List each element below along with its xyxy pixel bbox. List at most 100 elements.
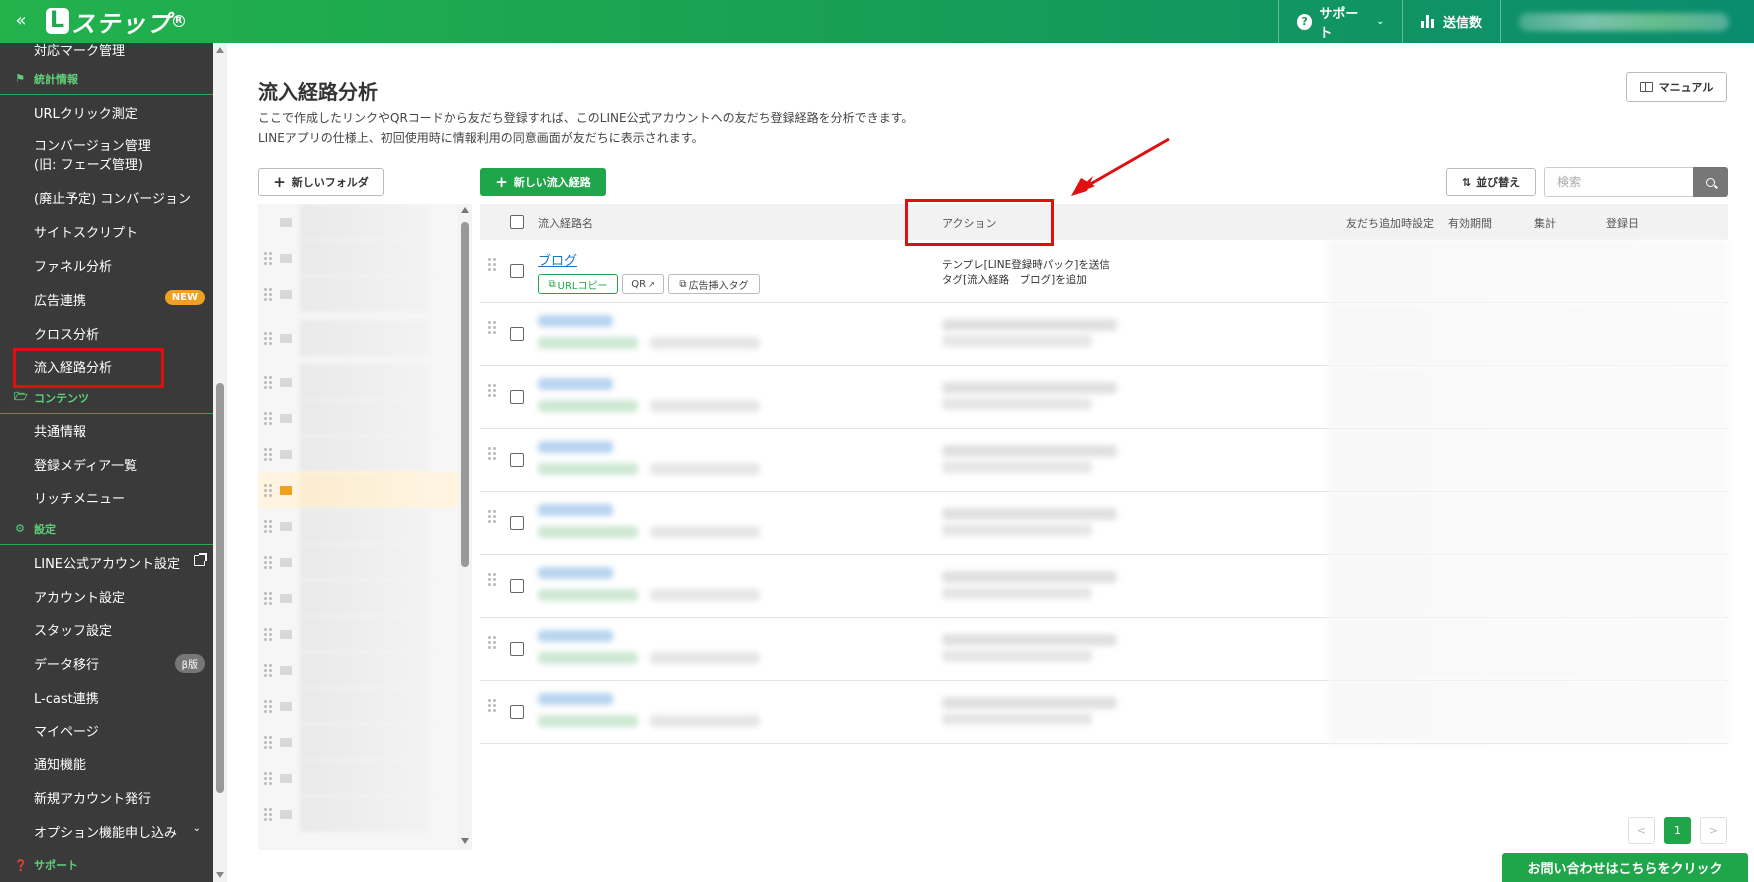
folder-item[interactable] bbox=[258, 688, 458, 724]
account-menu[interactable] bbox=[1500, 0, 1754, 43]
send-count-button[interactable]: 送信数 bbox=[1402, 0, 1500, 43]
sidebar-item-conversion-manage[interactable]: コンバージョン管理 (旧: フェーズ管理) bbox=[0, 134, 213, 178]
search-input[interactable] bbox=[1544, 167, 1694, 197]
sidebar-item-media-list[interactable]: 登録メディア一覧 bbox=[0, 448, 213, 480]
row-checkbox[interactable] bbox=[510, 516, 524, 530]
new-route-button[interactable]: + 新しい流入経路 bbox=[480, 168, 606, 196]
drag-handle-icon[interactable] bbox=[264, 412, 272, 425]
drag-handle-icon[interactable] bbox=[264, 736, 272, 749]
sort-button[interactable]: ⇅ 並び替え bbox=[1446, 168, 1536, 196]
scrollbar-thumb[interactable] bbox=[216, 383, 224, 793]
sidebar-scrollbar[interactable] bbox=[213, 43, 227, 882]
drag-handle-icon[interactable] bbox=[264, 592, 272, 605]
table-row[interactable] bbox=[480, 492, 1728, 555]
drag-handle-icon[interactable] bbox=[264, 664, 272, 677]
pagination-prev[interactable]: < bbox=[1628, 817, 1655, 844]
folder-item[interactable] bbox=[258, 400, 458, 436]
sidebar-item-data-migration[interactable]: データ移行 β版 bbox=[0, 647, 213, 679]
sidebar-item-ad-integration[interactable]: 広告連携 NEW bbox=[0, 283, 213, 315]
row-checkbox[interactable] bbox=[510, 705, 524, 719]
folder-item[interactable] bbox=[258, 436, 458, 472]
support-menu[interactable]: ? サポート ⌄ bbox=[1278, 0, 1402, 43]
select-all-checkbox[interactable] bbox=[510, 215, 524, 229]
drag-handle-icon[interactable] bbox=[488, 321, 496, 334]
folder-item[interactable] bbox=[258, 204, 458, 240]
sidebar-item-common-info[interactable]: 共通情報 bbox=[0, 414, 213, 446]
drag-handle-icon[interactable] bbox=[264, 332, 272, 345]
pagination-page-1[interactable]: 1 bbox=[1664, 817, 1691, 844]
sidebar-item-lcast[interactable]: L-cast連携 bbox=[0, 681, 213, 713]
drag-handle-icon[interactable] bbox=[264, 556, 272, 569]
drag-handle-icon[interactable] bbox=[488, 510, 496, 523]
sidebar-item-staff-settings[interactable]: スタッフ設定 bbox=[0, 613, 213, 645]
sidebar-item-url-click[interactable]: URLクリック測定 bbox=[0, 96, 213, 128]
sidebar-item-rich-menu[interactable]: リッチメニュー bbox=[0, 481, 213, 513]
scroll-up-icon[interactable] bbox=[461, 207, 469, 213]
scrollbar-thumb[interactable] bbox=[461, 222, 469, 567]
sidebar-item-line-account-settings[interactable]: LINE公式アカウント設定 bbox=[0, 546, 213, 578]
ad-tag-button[interactable]: ⧉ 広告挿入タグ bbox=[668, 274, 760, 294]
folder-item[interactable] bbox=[258, 364, 458, 400]
sidebar-item-site-script[interactable]: サイトスクリプト bbox=[0, 215, 213, 247]
drag-handle-icon[interactable] bbox=[264, 520, 272, 533]
folder-item[interactable] bbox=[258, 276, 458, 312]
drag-handle-icon[interactable] bbox=[488, 636, 496, 649]
table-row[interactable] bbox=[480, 429, 1728, 492]
table-row[interactable] bbox=[480, 681, 1728, 744]
row-checkbox[interactable] bbox=[510, 390, 524, 404]
new-folder-button[interactable]: + 新しいフォルダ bbox=[258, 168, 384, 196]
folder-item[interactable] bbox=[258, 760, 458, 796]
route-name-link[interactable]: ブログ bbox=[538, 250, 577, 269]
qr-button[interactable]: QR ↗ bbox=[622, 274, 664, 294]
app-logo[interactable]: L ステップ R bbox=[46, 6, 186, 38]
scroll-up-icon[interactable] bbox=[216, 47, 224, 53]
search-button[interactable] bbox=[1693, 167, 1728, 197]
folder-item[interactable] bbox=[258, 580, 458, 616]
sidebar-item-legacy-conversion[interactable]: (廃止予定) コンバージョン bbox=[0, 181, 213, 213]
sidebar-item-response-mark[interactable]: 対応マーク管理 bbox=[0, 43, 213, 65]
sidebar-item-account-settings[interactable]: アカウント設定 bbox=[0, 580, 213, 612]
row-checkbox[interactable] bbox=[510, 327, 524, 341]
folder-item-selected[interactable] bbox=[258, 472, 458, 508]
folder-item[interactable] bbox=[258, 796, 458, 832]
sidebar-item-funnel[interactable]: ファネル分析 bbox=[0, 249, 213, 281]
table-row[interactable] bbox=[480, 303, 1728, 366]
folder-item[interactable] bbox=[258, 616, 458, 652]
sidebar-collapse-icon[interactable]: « bbox=[10, 10, 32, 32]
drag-handle-icon[interactable] bbox=[264, 772, 272, 785]
column-header-name[interactable]: 流入経路名 bbox=[538, 215, 593, 231]
scroll-down-icon[interactable] bbox=[461, 838, 469, 844]
url-copy-button[interactable]: ⧉ URLコピー bbox=[538, 274, 618, 294]
drag-handle-icon[interactable] bbox=[264, 808, 272, 821]
sidebar-item-mypage[interactable]: マイページ bbox=[0, 714, 213, 746]
drag-handle-icon[interactable] bbox=[488, 258, 496, 271]
row-checkbox[interactable] bbox=[510, 453, 524, 467]
folder-item[interactable] bbox=[258, 240, 458, 276]
scroll-down-icon[interactable] bbox=[216, 872, 224, 878]
drag-handle-icon[interactable] bbox=[264, 628, 272, 641]
table-row[interactable]: ブログ ⧉ URLコピー QR ↗ ⧉ 広告挿入タグ テンプレ[LINE登録時パック]… bbox=[480, 240, 1728, 303]
sidebar-item-options[interactable]: オプション機能申し込み ⌄ bbox=[0, 815, 213, 847]
drag-handle-icon[interactable] bbox=[264, 700, 272, 713]
table-row[interactable] bbox=[480, 555, 1728, 618]
folder-item[interactable] bbox=[258, 652, 458, 688]
folder-item[interactable] bbox=[258, 508, 458, 544]
table-row[interactable] bbox=[480, 618, 1728, 681]
sidebar-item-notifications[interactable]: 通知機能 bbox=[0, 747, 213, 779]
drag-handle-icon[interactable] bbox=[488, 447, 496, 460]
drag-handle-icon[interactable] bbox=[264, 252, 272, 265]
drag-handle-icon[interactable] bbox=[488, 699, 496, 712]
table-row[interactable] bbox=[480, 366, 1728, 429]
sidebar-item-new-account[interactable]: 新規アカウント発行 bbox=[0, 781, 213, 813]
manual-button[interactable]: マニュアル bbox=[1626, 72, 1727, 102]
row-checkbox[interactable] bbox=[510, 642, 524, 656]
folder-item[interactable] bbox=[258, 320, 458, 356]
drag-handle-icon[interactable] bbox=[264, 448, 272, 461]
row-checkbox[interactable] bbox=[510, 579, 524, 593]
drag-handle-icon[interactable] bbox=[264, 288, 272, 301]
drag-handle-icon[interactable] bbox=[264, 484, 272, 497]
folder-item[interactable] bbox=[258, 724, 458, 760]
drag-handle-icon[interactable] bbox=[488, 384, 496, 397]
contact-button[interactable]: お問い合わせはこちらをクリック bbox=[1502, 853, 1748, 882]
folder-item[interactable] bbox=[258, 544, 458, 580]
